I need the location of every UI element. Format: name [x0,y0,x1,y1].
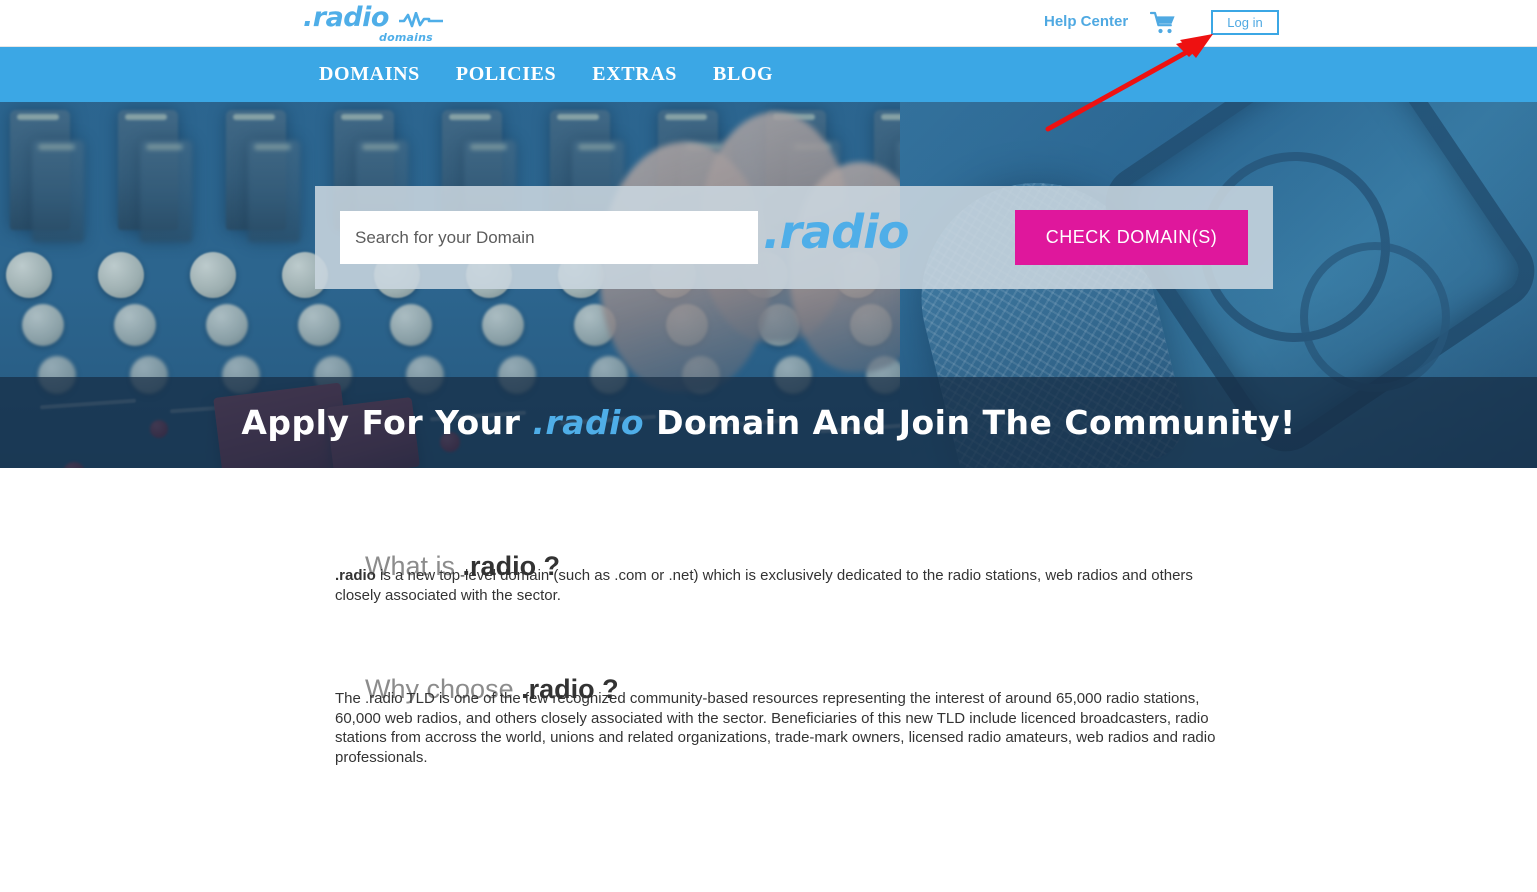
shopping-cart-icon[interactable] [1150,11,1176,35]
domain-search-panel: .radio CHECK DOMAIN(S) [315,186,1273,289]
nav-item-extras[interactable]: EXTRAS [592,63,677,86]
body-copy: The .radio TLD is one of the few recogni… [335,690,1216,766]
help-center-link[interactable]: Help Center [1044,13,1128,30]
hero-headline: Apply For Your .radio Domain And Join Th… [0,377,1537,468]
nav-item-domains[interactable]: DOMAINS [319,63,420,86]
tld-label: .radio [763,205,909,259]
body-copy: is a new top-level domain (such as .com … [335,567,1193,604]
hero-headline-after: Domain And Join The Community! [644,403,1296,442]
login-button[interactable]: Log in [1211,10,1279,35]
section-body-what-is: .radio is a new top-level domain (such a… [335,566,1235,605]
main-nav-bar: DOMAINS POLICIES EXTRAS BLOG [0,47,1537,102]
hero-section: .radio CHECK DOMAIN(S) Apply For Your .r… [0,102,1537,468]
check-domains-button[interactable]: CHECK DOMAIN(S) [1015,210,1248,265]
nav-item-blog[interactable]: BLOG [713,63,773,86]
search-input[interactable] [340,211,758,264]
body-bold-lead: .radio [335,567,376,584]
section-body-why-choose: The .radio TLD is one of the few recogni… [335,689,1235,767]
nav-items: DOMAINS POLICIES EXTRAS BLOG [319,47,773,102]
logo-subtext: domains [379,31,433,44]
site-logo[interactable]: .radio domains [303,3,443,45]
audio-waveform-icon [399,12,443,28]
hero-headline-before: Apply For Your [241,403,533,442]
top-bar: .radio domains Help Center Log in [0,0,1537,47]
hero-headline-highlight: .radio [532,403,645,442]
nav-item-policies[interactable]: POLICIES [456,63,556,86]
